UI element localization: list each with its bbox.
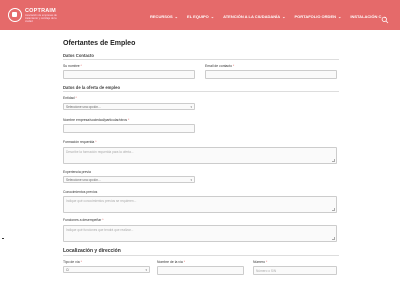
name-label: Su nombre * <box>63 64 82 68</box>
job-offer-form: Ofertantes de Empleo Datos Contacto Su n… <box>60 30 340 284</box>
logo-icon <box>8 8 22 22</box>
main-menu: RECURSOS ⌄ EL EQUIPO ⌄ ATENCIÓN A LA CIUDA… <box>150 12 396 20</box>
road-type-label: Tipo de vía * <box>63 260 82 264</box>
training-textarea[interactable]: Describe la formación requerida para la … <box>63 147 337 164</box>
nav-item-portafolio[interactable]: PORTAFOLIO ORDEN ⌄ <box>295 12 342 20</box>
entity-select[interactable]: Seleccione una opción... ▾ <box>63 103 195 110</box>
section-location: Localización y dirección <box>63 248 121 254</box>
brand-logo[interactable]: COPTRAIM Asociación de empresas de trata… <box>8 5 58 25</box>
section-divider <box>63 91 339 92</box>
email-input[interactable] <box>205 70 337 79</box>
number-input[interactable]: Número o S/N <box>253 266 337 275</box>
knowledge-textarea[interactable]: Indique qué conocimientos previos se req… <box>63 196 337 213</box>
chevron-down-icon: ⌄ <box>338 13 342 19</box>
entity-label: Entidad * <box>63 96 77 100</box>
functions-textarea[interactable]: Indique qué funciones que tendrá que rea… <box>63 225 337 242</box>
top-navigation-bar: COPTRAIM Asociación de empresas de trata… <box>0 0 400 30</box>
name-input[interactable] <box>63 70 195 79</box>
search-icon[interactable] <box>381 11 389 24</box>
side-tick <box>2 238 4 239</box>
knowledge-label: Conocimientos previos <box>63 190 98 194</box>
chevron-down-icon: ▾ <box>145 268 147 272</box>
functions-label: Funciones a desempeñar * <box>63 218 104 222</box>
page-title: Ofertantes de Empleo <box>63 40 136 47</box>
section-offer: Datos de la oferta de empleo <box>63 85 121 90</box>
road-type-select[interactable]: C/▾ <box>63 266 150 273</box>
experience-label: Experiencia previa <box>63 170 91 174</box>
company-label: Nombre empresa/sociedad/particular/otros… <box>63 118 130 122</box>
chevron-down-icon: ⌄ <box>174 13 179 19</box>
number-label: Número * <box>253 260 268 264</box>
chevron-down-icon: ⌄ <box>282 13 286 19</box>
nav-item-el-equipo[interactable]: EL EQUIPO ⌄ <box>187 12 214 20</box>
road-name-input[interactable] <box>157 266 244 275</box>
nav-item-atencion[interactable]: ATENCIÓN A LA CIUDADANÍA ⌄ <box>223 12 285 20</box>
resize-handle-icon[interactable] <box>332 237 335 240</box>
company-input[interactable] <box>63 124 195 133</box>
road-name-label: Nombre de la vía * <box>157 260 186 264</box>
section-divider <box>63 59 339 60</box>
chevron-down-icon: ⌄ <box>210 13 215 19</box>
chevron-down-icon: ▾ <box>190 178 192 182</box>
section-divider <box>63 255 339 256</box>
resize-handle-icon[interactable] <box>332 208 335 211</box>
number-placeholder: Número o S/N <box>256 269 277 273</box>
chevron-down-icon: ▾ <box>190 105 192 109</box>
experience-select[interactable]: Seleccione una opción... ▾ <box>63 176 195 183</box>
training-label: Formación requerida * <box>63 140 97 144</box>
brand-subtitle: Asociación de empresas de tratamiento y … <box>25 13 57 23</box>
section-contact: Datos Contacto <box>63 53 94 58</box>
nav-item-recursos[interactable]: RECURSOS ⌄ <box>150 12 178 20</box>
email-label: Email de contacto * <box>205 64 235 68</box>
resize-handle-icon[interactable] <box>332 159 335 162</box>
